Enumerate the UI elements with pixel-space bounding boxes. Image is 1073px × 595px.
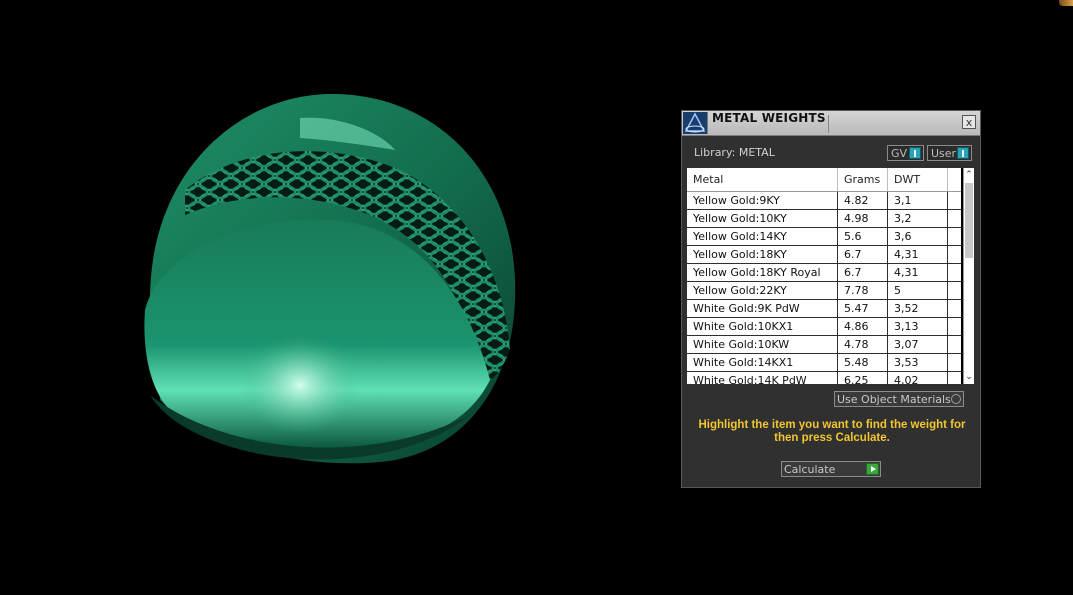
cell-spacer [948,282,961,299]
cell-grams: 5.6 [838,228,888,245]
cell-dwt: 4,31 [888,264,948,281]
instruction-text: Highlight the item you want to find the … [698,419,966,444]
cell-grams: 5.48 [838,354,888,371]
cell-grams: 6.7 [838,246,888,263]
cell-dwt: 3,07 [888,336,948,353]
cell-dwt: 5 [888,282,948,299]
cell-spacer [948,318,961,335]
cell-dwt: 3,1 [888,192,948,209]
column-header-grams[interactable]: Grams [838,168,888,191]
cell-metal: White Gold:14KX1 [687,354,838,371]
cell-spacer [948,228,961,245]
table-row[interactable]: Yellow Gold:14KY 5.6 3,6 [687,228,961,246]
cell-dwt: 3,2 [888,210,948,227]
cell-spacer [948,192,961,209]
cell-metal: Yellow Gold:18KY Royal [687,264,838,281]
use-object-materials-label: Use Object Materials [837,393,951,406]
cell-dwt: 3,13 [888,318,948,335]
titlebar-divider [828,115,829,133]
radio-circle-icon[interactable] [951,394,961,404]
cell-spacer [948,300,961,317]
play-arrow-icon[interactable] [866,463,879,475]
cell-spacer [948,246,961,263]
user-toggle-label: User [931,147,957,160]
cell-grams: 4.78 [838,336,888,353]
library-label: Library: METAL [694,146,775,159]
cell-dwt: 3,53 [888,354,948,371]
ring-reflection [240,335,360,435]
gv-toggle-switch-icon[interactable] [909,147,921,159]
cell-grams: 4.86 [838,318,888,335]
calculate-button[interactable]: Calculate [781,461,881,477]
cell-metal: Yellow Gold:10KY [687,210,838,227]
metal-weights-table[interactable]: Metal Grams DWT Yellow Gold:9KY 4.82 3,1 Y… [687,168,974,384]
user-toggle[interactable]: User [927,145,972,161]
cell-metal: Yellow Gold:18KY [687,246,838,263]
use-object-materials-toggle[interactable]: Use Object Materials [834,391,964,407]
gv-toggle[interactable]: GV [887,145,924,161]
cell-grams: 6.25 [838,372,888,384]
table-row[interactable]: Yellow Gold:10KY 4.98 3,2 [687,210,961,228]
table-header: Metal Grams DWT [687,168,961,192]
cell-dwt: 4,02 [888,372,948,384]
gv-toggle-label: GV [891,147,908,160]
user-toggle-switch-icon[interactable] [957,147,969,159]
app-logo-icon [683,112,708,134]
cell-dwt: 4,31 [888,246,948,263]
table-body: Yellow Gold:9KY 4.82 3,1 Yellow Gold:10KY 4… [687,192,961,384]
cell-metal: White Gold:9K PdW [687,300,838,317]
table-row[interactable]: Yellow Gold:18KY 6.7 4,31 [687,246,961,264]
cell-spacer [948,264,961,281]
calculate-label: Calculate [784,463,836,476]
cell-grams: 6.7 [838,264,888,281]
scroll-down-icon[interactable]: ⌄ [964,371,974,383]
table-row[interactable]: White Gold:9K PdW 5.47 3,52 [687,300,961,318]
cell-metal: White Gold:14K PdW [687,372,838,384]
table-row[interactable]: Yellow Gold:18KY Royal 6.7 4,31 [687,264,961,282]
cell-spacer [948,336,961,353]
cell-dwt: 3,6 [888,228,948,245]
cell-spacer [948,354,961,371]
scroll-up-icon[interactable]: ⌃ [964,169,974,181]
cell-grams: 5.47 [838,300,888,317]
cell-spacer [948,210,961,227]
scrollbar-thumb[interactable] [965,183,973,258]
table-row[interactable]: Yellow Gold:9KY 4.82 3,1 [687,192,961,210]
table-row[interactable]: White Gold:14KX1 5.48 3,53 [687,354,961,372]
column-header-metal[interactable]: Metal [687,168,838,191]
cell-metal: Yellow Gold:22KY [687,282,838,299]
cell-metal: Yellow Gold:14KY [687,228,838,245]
cell-metal: White Gold:10KX1 [687,318,838,335]
cell-dwt: 3,52 [888,300,948,317]
close-button[interactable]: x [962,115,976,129]
column-header-dwt[interactable]: DWT [888,168,948,191]
table-scrollbar[interactable]: ⌃ ⌄ [963,168,974,384]
table-row[interactable]: White Gold:10KX1 4.86 3,13 [687,318,961,336]
table-row[interactable]: White Gold:10KW 4.78 3,07 [687,336,961,354]
cell-grams: 4.82 [838,192,888,209]
cell-grams: 7.78 [838,282,888,299]
cell-metal: White Gold:10KW [687,336,838,353]
corner-marker [1059,0,1073,6]
panel-titlebar[interactable]: METAL WEIGHTS x [682,111,980,136]
cell-metal: Yellow Gold:9KY [687,192,838,209]
metal-weights-panel: METAL WEIGHTS x Library: METAL GV User M… [681,110,981,488]
table-row[interactable]: Yellow Gold:22KY 7.78 5 [687,282,961,300]
column-header-spacer [948,168,961,191]
table-row[interactable]: White Gold:14K PdW 6.25 4,02 [687,372,961,384]
panel-title: METAL WEIGHTS [712,111,826,125]
cell-spacer [948,372,961,384]
cell-grams: 4.98 [838,210,888,227]
